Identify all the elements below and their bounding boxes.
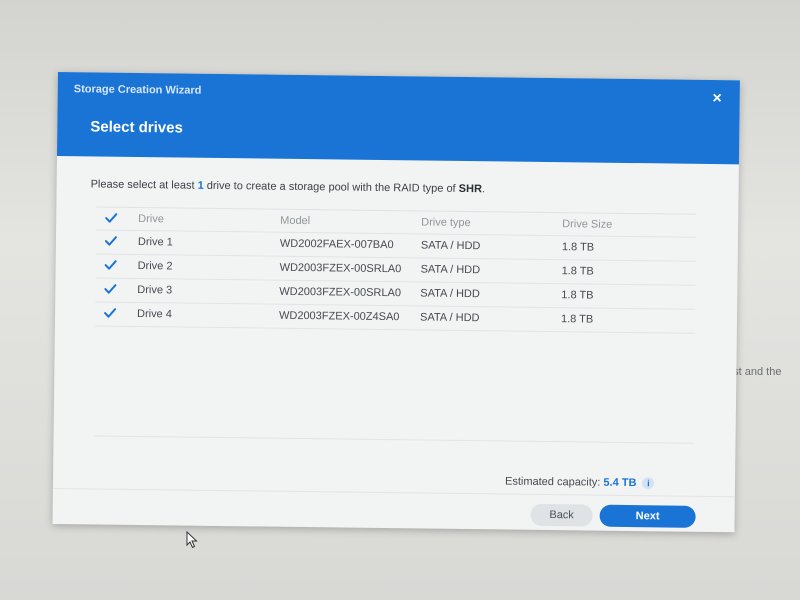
checkmark-icon (104, 308, 117, 318)
mouse-pointer-icon (186, 531, 198, 549)
cell-model: WD2003FZEX-00SRLA0 (279, 285, 402, 300)
cell-drive-type: SATA / HDD (419, 311, 480, 325)
cell-drive-type: SATA / HDD (420, 287, 480, 301)
header-model[interactable]: Model (280, 215, 310, 227)
instruction-pre: Please select at least (90, 178, 198, 192)
row-checkbox[interactable] (103, 306, 117, 320)
cell-drive-type: SATA / HDD (420, 239, 481, 253)
header-drive[interactable]: Drive (138, 213, 164, 225)
instruction-post: . (481, 183, 486, 196)
close-icon[interactable]: × (712, 90, 722, 108)
cell-drive-size: 1.8 TB (561, 241, 595, 254)
capacity-label: Estimated capacity: (504, 475, 604, 489)
cell-model: WD2002FAEX-007BA0 (279, 237, 394, 252)
step-title: Select drives (90, 118, 183, 137)
storage-creation-wizard-dialog: Storage Creation Wizard × Select drives … (52, 72, 740, 533)
cell-drive-size: 1.8 TB (561, 265, 594, 278)
cell-drive: Drive 4 (136, 307, 172, 321)
table-bottom-border (93, 435, 694, 444)
checkmark-icon (104, 260, 117, 270)
footer-divider (52, 487, 735, 498)
cell-drive: Drive 2 (137, 259, 173, 273)
row-checkbox[interactable] (104, 234, 118, 248)
info-icon[interactable]: i (642, 477, 655, 490)
row-checkbox[interactable] (104, 258, 118, 272)
instruction-mid: drive to create a storage pool with the … (203, 179, 459, 195)
instruction-raid-type: SHR (458, 182, 483, 196)
cell-drive-size: 1.8 TB (560, 313, 594, 326)
header-drive-size[interactable]: Drive Size (562, 218, 612, 231)
checkmark-icon (104, 284, 117, 294)
cell-model: WD2003FZEX-00Z4SA0 (278, 309, 400, 324)
cell-drive: Drive 1 (137, 235, 173, 249)
capacity-value: 5.4 TB (603, 476, 637, 490)
instruction-text: Please select at least 1 drive to create… (91, 178, 486, 195)
cell-drive-type: SATA / HDD (420, 263, 481, 277)
select-all-checkbox[interactable] (104, 211, 118, 225)
cell-drive-size: 1.8 TB (561, 289, 594, 302)
next-button[interactable]: Next (599, 504, 696, 528)
back-button[interactable]: Back (530, 503, 593, 527)
header-drive-type[interactable]: Drive type (421, 216, 471, 229)
drive-table: Drive Model Drive type Drive Size Drive … (94, 206, 697, 334)
checkmark-icon (105, 213, 118, 223)
row-checkbox[interactable] (103, 282, 117, 296)
cell-drive: Drive 3 (137, 283, 173, 297)
checkmark-icon (104, 236, 117, 246)
dialog-header: Storage Creation Wizard × Select drives (56, 72, 740, 165)
estimated-capacity: Estimated capacity: 5.4 TB i (504, 475, 655, 490)
wizard-title: Storage Creation Wizard (73, 83, 202, 97)
cell-model: WD2003FZEX-00SRLA0 (279, 261, 402, 276)
